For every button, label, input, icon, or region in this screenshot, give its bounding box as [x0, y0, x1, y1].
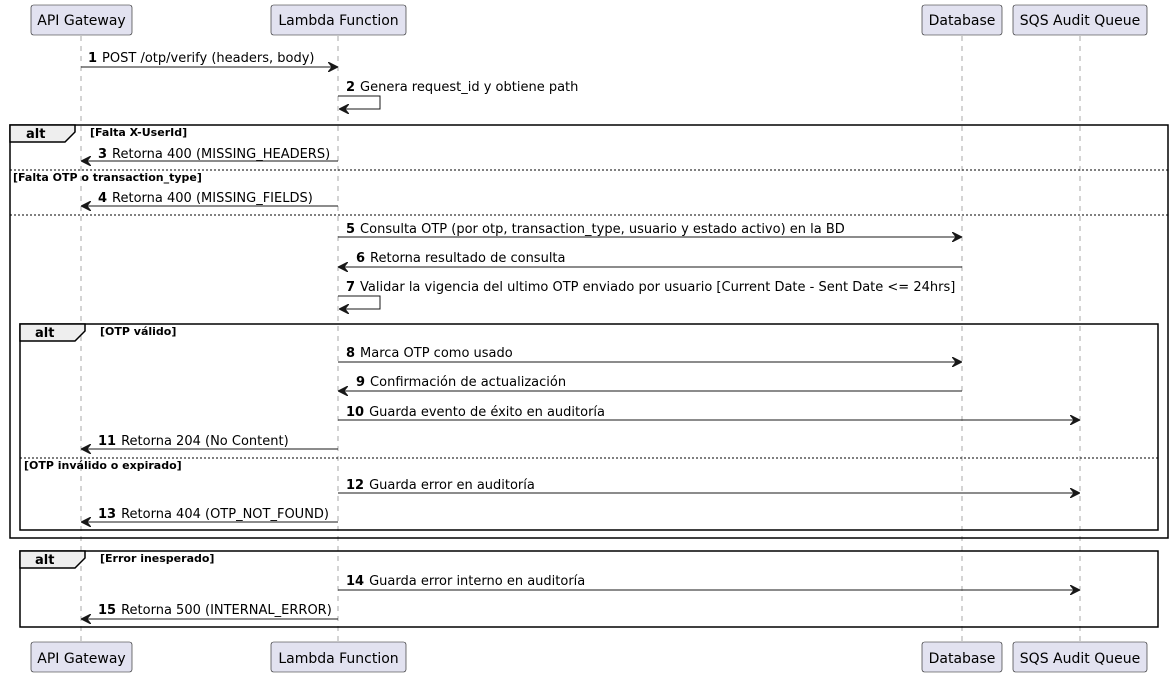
message-8: 8 Marca OTP como usado	[338, 346, 961, 362]
message-number: 11	[98, 434, 116, 449]
participant-sqs-audit-queue-bottom: SQS Audit Queue	[1012, 641, 1148, 673]
message-label: POST /otp/verify (headers, body)	[102, 51, 314, 66]
svg-text:4Retorna 400 (MISSING_FIELDS): 4 Retorna 400 (MISSING_FIELDS)	[98, 191, 313, 206]
participant-label: Database	[929, 13, 996, 29]
participant-database-bottom: Database	[921, 641, 1003, 673]
participant-label: SQS Audit Queue	[1020, 651, 1140, 667]
svg-text:11Retorna 204 (No Content): 11 Retorna 204 (No Content)	[98, 434, 289, 449]
message-12: 12 Guarda error en auditoría	[338, 478, 1079, 493]
sequence-diagram: API Gateway Lambda Function Database SQS…	[9, 4, 1169, 673]
message-number: 8	[346, 346, 355, 361]
participant-api-gateway-bottom: API Gateway	[30, 641, 133, 673]
svg-text:12Guarda error en auditoría: 12 Guarda error en auditoría	[346, 478, 535, 493]
fragment-guard: [OTP válido]	[100, 325, 176, 338]
fragment-else-guard: [OTP inválido o expirado]	[24, 459, 182, 472]
message-5: 5 Consulta OTP (por otp, transaction_type…	[338, 222, 961, 237]
participant-label: API Gateway	[37, 13, 125, 29]
message-label: Guarda error interno en auditoría	[369, 574, 585, 589]
message-label: Retorna 204 (No Content)	[121, 434, 289, 449]
message-number: 5	[346, 222, 355, 237]
fragment-keyword: alt	[35, 553, 54, 568]
message-14: 14 Guarda error interno en auditoría	[338, 574, 1079, 590]
message-6: 6 Retorna resultado de consulta	[339, 251, 962, 267]
message-3: 3 Retorna 400 (MISSING_HEADERS)	[82, 147, 338, 162]
message-13: 13 Retorna 404 (OTP_NOT_FOUND)	[82, 507, 338, 522]
message-number: 3	[98, 147, 107, 162]
message-4: 4 Retorna 400 (MISSING_FIELDS)	[82, 191, 338, 206]
message-1: 1 POST /otp/verify (headers, body)	[81, 51, 337, 67]
message-label: Guarda evento de éxito en auditoría	[369, 405, 605, 420]
message-label: Retorna resultado de consulta	[370, 251, 565, 266]
message-label: Retorna 404 (OTP_NOT_FOUND)	[121, 507, 329, 522]
message-number: 9	[356, 375, 365, 390]
participant-label: Lambda Function	[278, 651, 398, 667]
fragment-guard: [Falta X-UserId]	[90, 126, 187, 139]
message-number: 7	[346, 280, 355, 295]
fragment-keyword: alt	[26, 127, 45, 142]
svg-text:3Retorna 400 (MISSING_HEADERS): 3 Retorna 400 (MISSING_HEADERS)	[98, 147, 330, 162]
message-number: 14	[346, 574, 364, 589]
message-2: 2 Genera request_id y obtiene path	[338, 80, 578, 109]
svg-text:2Genera request_id y obtiene p: 2 Genera request_id y obtiene path	[346, 80, 578, 95]
message-label: Retorna 400 (MISSING_FIELDS)	[112, 191, 313, 206]
svg-text:6Retorna resultado de consulta: 6 Retorna resultado de consulta	[356, 251, 566, 266]
message-number: 15	[98, 603, 116, 618]
participant-api-gateway-top: API Gateway	[30, 4, 133, 36]
message-label: Retorna 500 (INTERNAL_ERROR)	[121, 603, 332, 618]
participant-sqs-audit-queue-top: SQS Audit Queue	[1012, 4, 1148, 36]
participant-label: Database	[929, 651, 996, 667]
alt-fragment-headers: alt [Falta X-UserId] [Falta OTP o transa…	[9, 124, 1169, 539]
message-15: 15 Retorna 500 (INTERNAL_ERROR)	[82, 603, 338, 619]
message-number: 13	[98, 507, 116, 522]
participant-database-top: Database	[921, 4, 1003, 36]
svg-text:10Guarda evento de éxito en au: 10 Guarda evento de éxito en auditoría	[346, 405, 605, 420]
message-label: Confirmación de actualización	[370, 375, 566, 390]
message-label: Consulta OTP (por otp, transaction_type,…	[360, 222, 845, 237]
participant-lambda-function-top: Lambda Function	[270, 4, 407, 36]
svg-text:1POST /otp/verify (headers, bo: 1 POST /otp/verify (headers, body)	[88, 51, 314, 66]
message-label: Validar la vigencia del ultimo OTP envia…	[360, 280, 955, 295]
message-label: Marca OTP como usado	[360, 346, 513, 361]
message-number: 1	[88, 51, 97, 66]
svg-text:13Retorna 404 (OTP_NOT_FOUND): 13 Retorna 404 (OTP_NOT_FOUND)	[98, 507, 329, 522]
message-11: 11 Retorna 204 (No Content)	[82, 434, 338, 449]
svg-text:14Guarda error interno en audi: 14 Guarda error interno en auditoría	[346, 574, 585, 589]
participant-lambda-function-bottom: Lambda Function	[270, 641, 407, 673]
message-label: Retorna 400 (MISSING_HEADERS)	[112, 147, 330, 162]
svg-text:9Confirmación de actualización: 9 Confirmación de actualización	[356, 375, 566, 390]
message-number: 4	[98, 191, 107, 206]
fragment-guard: [Error inesperado]	[100, 552, 214, 565]
message-number: 10	[346, 405, 364, 420]
svg-text:8Marca OTP como usado: 8 Marca OTP como usado	[346, 346, 513, 361]
message-label: Guarda error en auditoría	[369, 478, 535, 493]
message-number: 2	[346, 80, 355, 95]
message-7: 7 Validar la vigencia del ultimo OTP envi…	[338, 280, 955, 309]
participant-label: Lambda Function	[278, 13, 398, 29]
message-label: Genera request_id y obtiene path	[360, 80, 578, 95]
participant-label: SQS Audit Queue	[1020, 13, 1140, 29]
message-10: 10 Guarda evento de éxito en auditoría	[338, 405, 1079, 420]
alt-fragment-otp-valid: alt [OTP válido] [OTP inválido o expirad…	[19, 323, 1159, 531]
svg-text:5Consulta OTP (por otp, transa: 5 Consulta OTP (por otp, transaction_type…	[346, 222, 845, 237]
fragment-keyword: alt	[35, 326, 54, 341]
message-number: 6	[356, 251, 365, 266]
svg-text:7Validar la vigencia del ultim: 7 Validar la vigencia del ultimo OTP envi…	[346, 280, 955, 295]
message-9: 9 Confirmación de actualización	[339, 375, 962, 391]
participant-label: API Gateway	[37, 651, 125, 667]
svg-text:15Retorna 500 (INTERNAL_ERROR): 15 Retorna 500 (INTERNAL_ERROR)	[98, 603, 332, 618]
fragment-else-guard: [Falta OTP o transaction_type]	[13, 171, 202, 184]
message-number: 12	[346, 478, 364, 493]
